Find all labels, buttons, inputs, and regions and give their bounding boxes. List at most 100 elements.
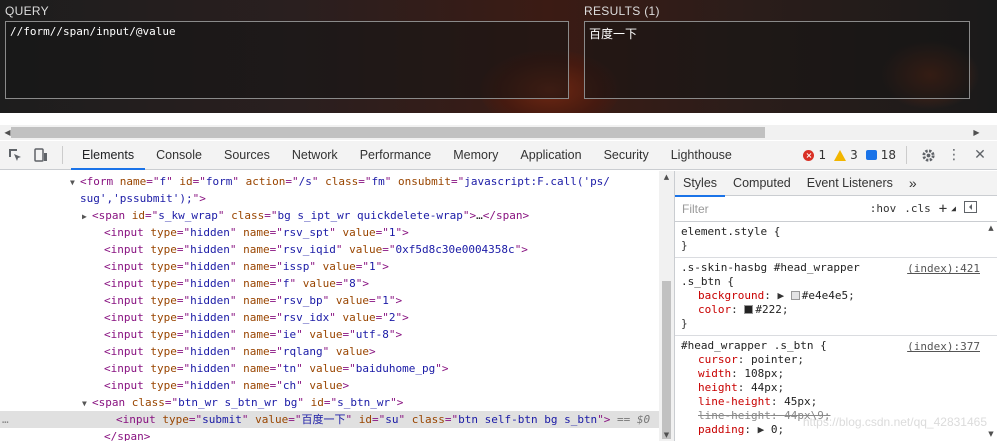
- property-value[interactable]: pointer: [751, 353, 797, 366]
- gear-icon[interactable]: [917, 141, 939, 169]
- scroll-right-icon[interactable]: ▶: [969, 125, 984, 140]
- color-swatch[interactable]: [790, 291, 800, 300]
- styles-tab-styles[interactable]: Styles: [675, 171, 726, 197]
- property-name[interactable]: color: [698, 303, 731, 316]
- style-declaration[interactable]: line-height: 44px\9;: [681, 409, 991, 423]
- tab-memory[interactable]: Memory: [442, 141, 509, 169]
- node-actions-icon[interactable]: …: [2, 411, 9, 428]
- tab-lighthouse[interactable]: Lighthouse: [660, 141, 743, 169]
- rule-source-link[interactable]: (index):421: [907, 262, 980, 275]
- toggle-sidebar-icon[interactable]: [960, 201, 981, 216]
- tag-token: ": [297, 396, 311, 409]
- attr-name: type: [150, 379, 177, 392]
- style-declaration[interactable]: line-height: 45px;: [681, 395, 991, 409]
- close-icon[interactable]: ✕: [969, 141, 991, 169]
- kebab-menu-icon[interactable]: ⋮: [943, 141, 965, 169]
- expand-down-icon[interactable]: ▼: [82, 395, 92, 412]
- tab-console[interactable]: Console: [145, 141, 213, 169]
- attr-value: s_btn_wr: [337, 396, 391, 409]
- tag-token: <input: [104, 243, 151, 256]
- tag-token: ": [345, 413, 359, 426]
- tag-token: ">: [395, 311, 409, 324]
- property-name[interactable]: height: [698, 381, 738, 394]
- dom-node-line[interactable]: <input type="hidden" name="rsv_iqid" val…: [0, 241, 659, 258]
- style-declaration[interactable]: color: #222;: [681, 303, 991, 317]
- property-value[interactable]: #222: [755, 303, 782, 316]
- scrollbar-thumb[interactable]: [11, 127, 765, 138]
- tab-sources[interactable]: Sources: [213, 141, 281, 169]
- property-value[interactable]: 44px\9: [784, 409, 824, 422]
- tab-application[interactable]: Application: [509, 141, 592, 169]
- tab-elements[interactable]: Elements: [71, 141, 146, 170]
- dom-node-line[interactable]: ▶ <span id="s_kw_wrap" class="bg s_ipt_wr…: [0, 207, 659, 224]
- dom-node-line[interactable]: <input type="hidden" name="rsv_bp" value…: [0, 292, 659, 309]
- expand-right-icon[interactable]: ▶: [777, 289, 790, 302]
- dom-node-line[interactable]: sug','pssubmit');">: [0, 190, 659, 207]
- rule-source-link[interactable]: (index):377: [907, 340, 980, 353]
- style-declaration[interactable]: height: 44px;: [681, 381, 991, 395]
- page-horizontal-scrollbar[interactable]: ◀ ▶: [0, 125, 997, 140]
- dom-node-line[interactable]: <input type="hidden" name="ie" value="ut…: [0, 326, 659, 343]
- style-declaration[interactable]: width: 108px;: [681, 367, 991, 381]
- styles-vertical-scrollbar[interactable]: ▲ ▼: [985, 223, 997, 441]
- property-name[interactable]: background: [698, 289, 764, 302]
- property-value[interactable]: 45px: [784, 395, 811, 408]
- dom-node-line[interactable]: … <input type="submit" value="百度一下" id="s…: [0, 411, 659, 428]
- expand-down-icon[interactable]: ▼: [70, 174, 80, 191]
- tab-network[interactable]: Network: [281, 141, 349, 169]
- dom-node-line[interactable]: <input type="hidden" name="rqlang" value…: [0, 343, 659, 360]
- styles-tab-event-listeners[interactable]: Event Listeners: [799, 171, 901, 196]
- inspect-icon[interactable]: [2, 141, 28, 169]
- scroll-down-icon[interactable]: ▼: [985, 429, 997, 439]
- dom-node-line[interactable]: <input type="hidden" name="rsv_idx" valu…: [0, 309, 659, 326]
- tag-token: ": [384, 175, 398, 188]
- rule-selector[interactable]: element.style {: [681, 225, 991, 239]
- scrollbar-thumb[interactable]: [662, 281, 671, 439]
- property-value[interactable]: #e4e4e5: [802, 289, 848, 302]
- expand-right-icon[interactable]: ▶: [758, 423, 771, 436]
- scroll-up-icon[interactable]: ▲: [659, 171, 674, 183]
- attr-name: value: [342, 311, 376, 324]
- dom-node-line[interactable]: ▼ <span class="btn_wr s_btn_wr bg" id="s_…: [0, 394, 659, 411]
- dom-node-line[interactable]: <input type="hidden" name="issp" value="…: [0, 258, 659, 275]
- property-name[interactable]: width: [698, 367, 731, 380]
- color-swatch[interactable]: [744, 305, 754, 314]
- property-name[interactable]: padding: [698, 423, 744, 436]
- device-toggle-icon[interactable]: [28, 141, 54, 169]
- attr-name: type: [150, 260, 177, 273]
- style-declaration[interactable]: background: ▶ #e4e4e5;: [681, 289, 991, 303]
- property-name[interactable]: line-height: [698, 395, 771, 408]
- cls-toggle[interactable]: .cls: [900, 202, 935, 215]
- node-text: …: [476, 209, 483, 222]
- styles-tab-more[interactable]: »: [901, 171, 925, 196]
- property-value[interactable]: 108px: [744, 367, 777, 380]
- styles-filter-input[interactable]: [682, 198, 866, 219]
- dom-node-line[interactable]: </span>: [0, 428, 659, 441]
- expand-right-icon[interactable]: ▶: [82, 208, 92, 225]
- property-value[interactable]: 0: [771, 423, 778, 436]
- elements-vertical-scrollbar[interactable]: ▲ ▼: [659, 171, 674, 441]
- property-name[interactable]: cursor: [698, 353, 738, 366]
- style-declaration[interactable]: cursor: pointer;: [681, 353, 991, 367]
- scroll-up-icon[interactable]: ▲: [985, 223, 997, 233]
- style-declaration[interactable]: padding: ▶ 0;: [681, 423, 991, 437]
- hov-toggle[interactable]: :hov: [866, 202, 901, 215]
- scroll-down-icon[interactable]: ▼: [659, 429, 674, 441]
- styles-tab-computed[interactable]: Computed: [725, 171, 799, 196]
- issue-counters[interactable]: × 1 3 18 ⋮ ✕: [803, 141, 997, 169]
- tag-token: >: [368, 345, 376, 358]
- dom-node-line[interactable]: <input type="hidden" name="ch" value>: [0, 377, 659, 394]
- property-value[interactable]: 44px: [751, 381, 778, 394]
- tag-token: ">: [390, 396, 404, 409]
- dom-node-line[interactable]: <input type="hidden" name="tn" value="ba…: [0, 360, 659, 377]
- elements-dom-tree[interactable]: ▼ <form name="f" id="form" action="/s" cl…: [0, 171, 659, 441]
- dom-node-line[interactable]: <input type="hidden" name="rsv_spt" valu…: [0, 224, 659, 241]
- new-rule-menu-icon[interactable]: ◢: [947, 204, 960, 213]
- tab-security[interactable]: Security: [593, 141, 660, 169]
- rule-selector[interactable]: .s_btn {: [681, 275, 991, 289]
- tab-performance[interactable]: Performance: [349, 141, 443, 169]
- dom-node-line[interactable]: ▼ <form name="f" id="form" action="/s" cl…: [0, 173, 659, 190]
- query-input[interactable]: //form//span/input/@value: [5, 21, 569, 99]
- dom-node-line[interactable]: <input type="hidden" name="f" value="8">: [0, 275, 659, 292]
- property-name[interactable]: line-height: [698, 409, 771, 422]
